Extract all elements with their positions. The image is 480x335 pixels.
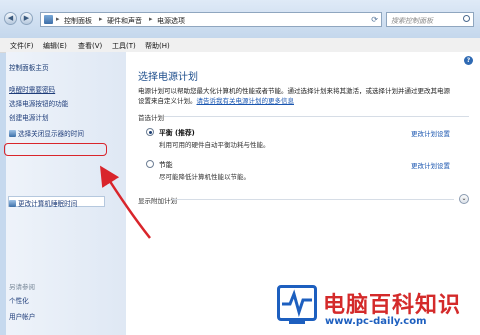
watermark-url: www.pc-daily.com	[325, 316, 427, 327]
site-watermark: 电脑百科知识 www.pc-daily.com	[271, 283, 480, 335]
power-options-window: ◀ ▶ ▸ 控制面板 ▸ 硬件和声音 ▸ 电源选项 ⟳ 搜索控制面板 文件(F)…	[0, 0, 480, 335]
monitor-stand	[289, 321, 305, 324]
watermark-brand: 电脑百科知识	[323, 293, 462, 318]
monitor-logo-icon	[277, 285, 317, 321]
